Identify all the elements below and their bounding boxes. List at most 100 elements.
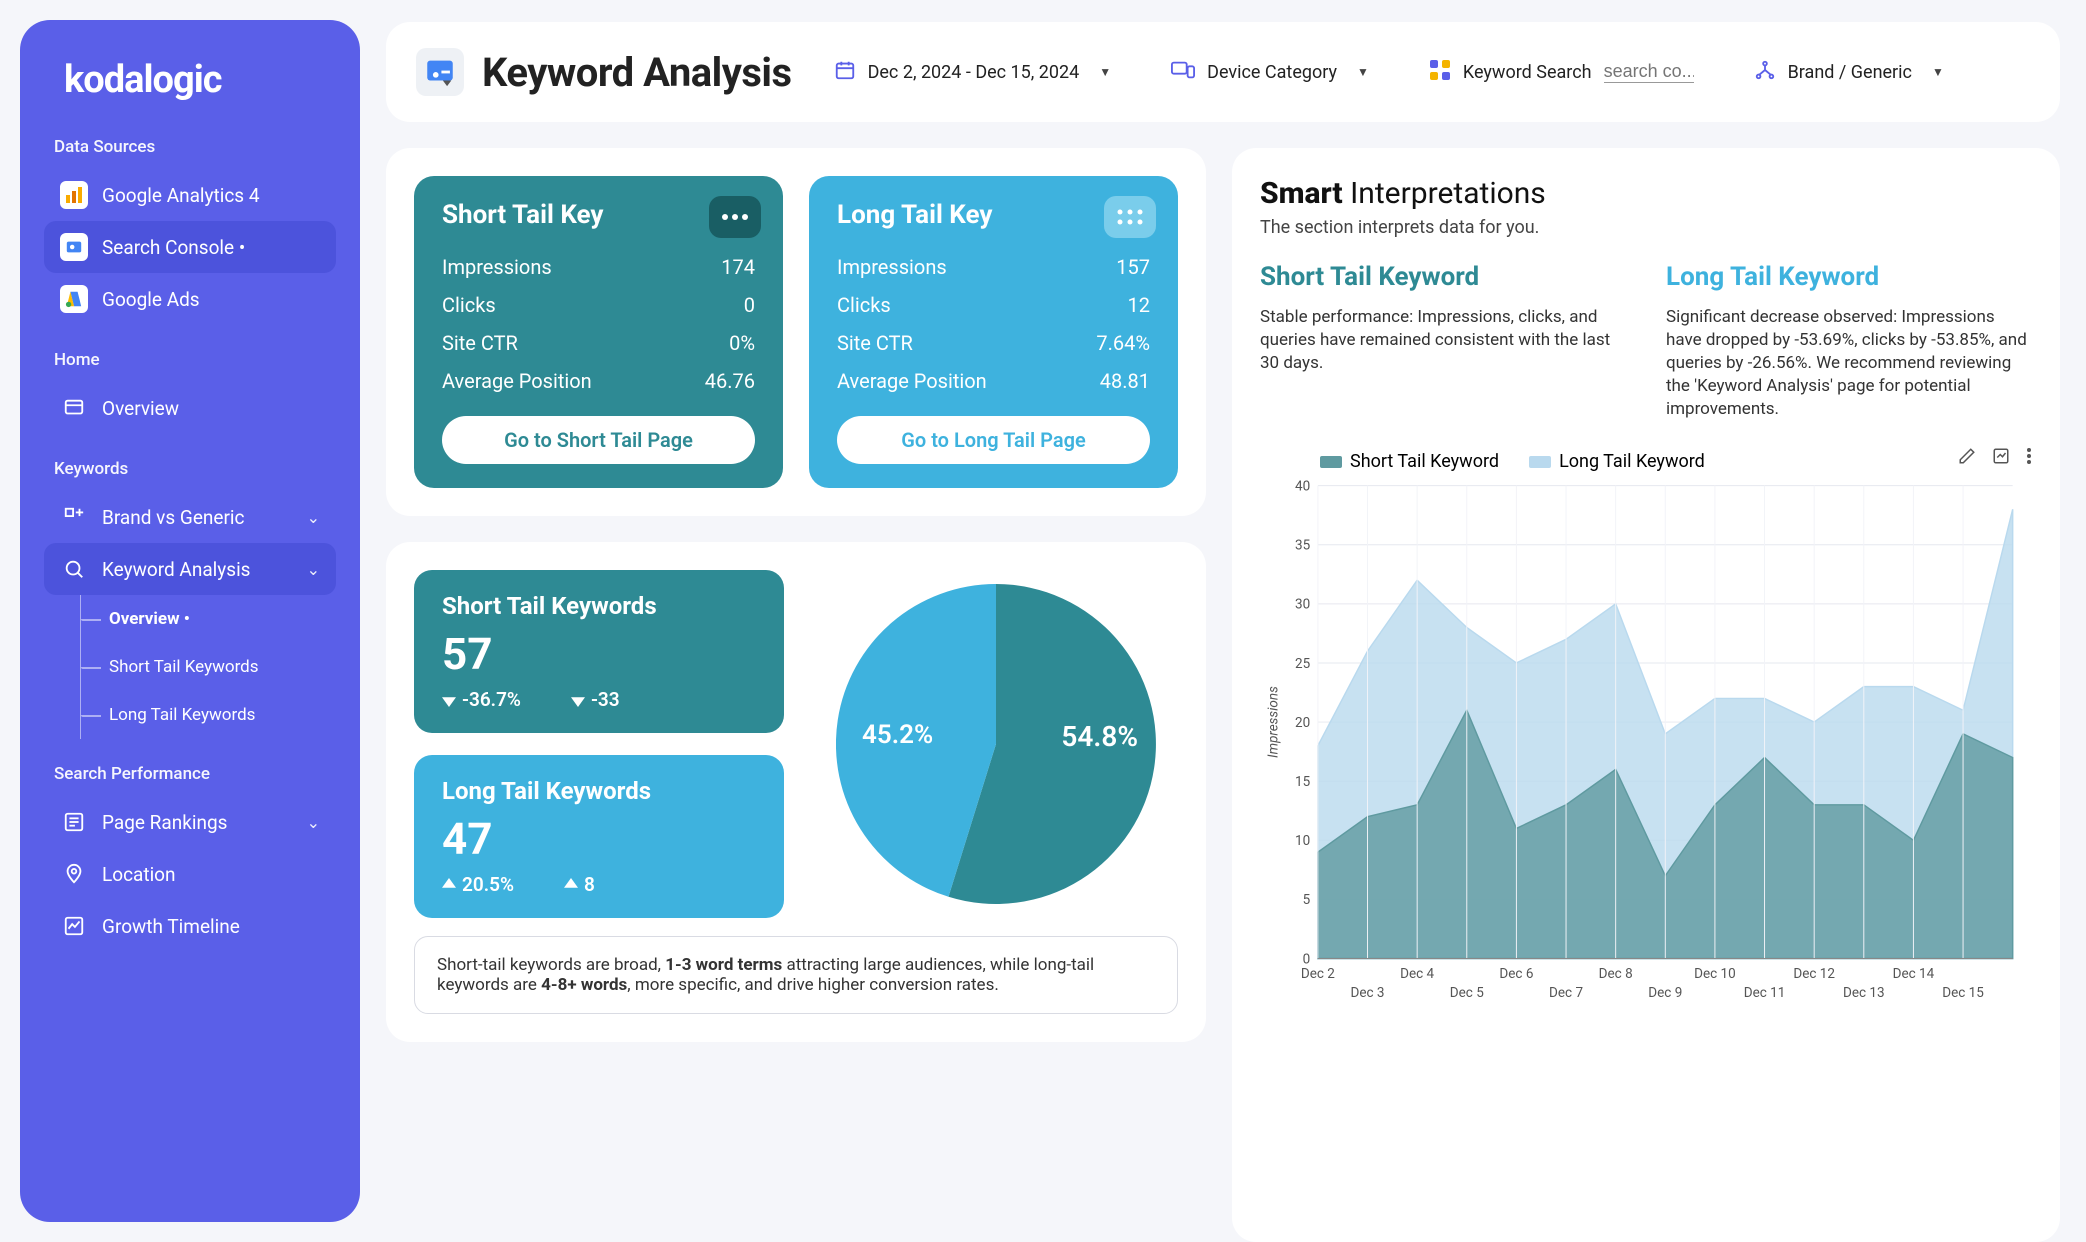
metric-value: 157 <box>1116 255 1150 279</box>
impressions-chart: 0510152025303540ImpressionsDec 2Dec 3Dec… <box>1260 476 2032 1214</box>
stat-value: 47 <box>442 813 756 865</box>
section-home: Home <box>54 350 336 370</box>
short-tail-summary-card: Short Tail Key Impressions174 Clicks0 Si… <box>414 176 783 488</box>
svg-text:Dec 7: Dec 7 <box>1549 985 1583 1001</box>
svg-text:Dec 2: Dec 2 <box>1301 965 1335 981</box>
compare-icon <box>60 503 88 531</box>
metric-value: 174 <box>721 255 755 279</box>
svg-text:35: 35 <box>1295 537 1311 553</box>
sidebar-item-label: Google Analytics 4 <box>102 184 260 207</box>
export-icon[interactable] <box>1992 447 2010 469</box>
sidebar-item-label: Search Console • <box>102 236 245 259</box>
stat-pct-change: 20.5% <box>442 873 514 896</box>
interp-heading: Long Tail Keyword <box>1666 262 2032 292</box>
section-data-sources: Data Sources <box>54 137 336 157</box>
legend-short: Short Tail Keyword <box>1350 451 1499 472</box>
svg-text:25: 25 <box>1295 655 1311 671</box>
sidebar-item-label: Keyword Analysis <box>102 558 251 581</box>
ga4-icon <box>60 181 88 209</box>
svg-text:Dec 14: Dec 14 <box>1893 965 1935 981</box>
metric-label: Clicks <box>837 293 891 317</box>
sidebar-item-location[interactable]: Location <box>44 848 336 900</box>
sidebar-item-label: Brand vs Generic <box>102 506 244 529</box>
edit-icon[interactable] <box>1958 447 1976 469</box>
section-keywords: Keywords <box>54 459 336 479</box>
sidebar-item-growth-timeline[interactable]: Growth Timeline <box>44 900 336 952</box>
stat-title: Short Tail Keywords <box>442 592 756 620</box>
topbar: Keyword Analysis Dec 2, 2024 - Dec 15, 2… <box>386 22 2060 122</box>
interp-body: Stable performance: Impressions, clicks,… <box>1260 306 1626 375</box>
metric-value: 0 <box>744 293 755 317</box>
svg-text:Dec 4: Dec 4 <box>1400 965 1434 981</box>
metric-label: Site CTR <box>442 331 518 355</box>
metric-label: Impressions <box>442 255 552 279</box>
more-icon[interactable] <box>709 196 761 238</box>
svg-text:20: 20 <box>1295 715 1310 731</box>
svg-text:15: 15 <box>1295 774 1311 790</box>
sidebar-item-label: Location <box>102 863 176 886</box>
analysis-icon <box>60 555 88 583</box>
svg-text:Dec 10: Dec 10 <box>1694 965 1736 981</box>
main: Keyword Analysis Dec 2, 2024 - Dec 15, 2… <box>360 0 2086 1242</box>
rankings-icon <box>60 808 88 836</box>
sidebar-sub-overview[interactable]: Overview • <box>81 595 336 643</box>
keyword-search-input[interactable] <box>1604 61 1694 83</box>
brand-generic-filter[interactable]: Brand / Generic ▼ <box>1736 51 1962 94</box>
pie-long-label: 45.2% <box>862 720 933 750</box>
key-cards-card: Short Tail Key Impressions174 Clicks0 Si… <box>386 148 1206 516</box>
metric-value: 48.81 <box>1100 369 1150 393</box>
keyword-share-pie: 45.2% 54.8% <box>814 570 1178 918</box>
svg-text:Dec 5: Dec 5 <box>1450 985 1484 1001</box>
kebab-icon[interactable] <box>2026 447 2032 469</box>
keyword-search-filter[interactable]: Keyword Search <box>1411 51 1712 94</box>
caret-down-icon: ▼ <box>1099 65 1111 79</box>
metric-value: 12 <box>1128 293 1150 317</box>
date-range-filter[interactable]: Dec 2, 2024 - Dec 15, 2024 ▼ <box>816 51 1130 94</box>
long-interpretation: Long Tail Keyword Significant decrease o… <box>1666 262 2032 421</box>
svg-text:Dec 15: Dec 15 <box>1942 985 1984 1001</box>
svg-text:Dec 3: Dec 3 <box>1351 985 1385 1001</box>
go-long-tail-button[interactable]: Go to Long Tail Page <box>837 416 1150 464</box>
svg-text:10: 10 <box>1295 833 1310 849</box>
smart-title: Smart Interpretations <box>1260 176 2032 211</box>
chevron-down-icon: ⌄ <box>307 813 320 832</box>
drag-icon[interactable] <box>1104 196 1156 238</box>
device-filter[interactable]: Device Category ▼ <box>1153 51 1387 94</box>
stat-pct-change: -36.7% <box>442 688 521 711</box>
legend-long: Long Tail Keyword <box>1559 451 1705 472</box>
sidebar-item-keyword-analysis[interactable]: Keyword Analysis ⌄ <box>44 543 336 595</box>
date-range-text: Dec 2, 2024 - Dec 15, 2024 <box>868 62 1080 83</box>
keyword-stats-card: Short Tail Keywords 57 -36.7% -33 Long T… <box>386 542 1206 1042</box>
growth-icon <box>60 912 88 940</box>
search-console-icon <box>60 233 88 261</box>
svg-text:40: 40 <box>1295 478 1310 494</box>
sidebar-item-brand-generic[interactable]: Brand vs Generic ⌄ <box>44 491 336 543</box>
chevron-down-icon: ⌄ <box>307 560 320 579</box>
sidebar-item-overview[interactable]: Overview <box>44 382 336 434</box>
metric-label: Site CTR <box>837 331 913 355</box>
sidebar-item-search-console[interactable]: Search Console • <box>44 221 336 273</box>
overview-icon <box>60 394 88 422</box>
sidebar-sub-long-tail[interactable]: Long Tail Keywords <box>81 691 336 739</box>
svg-text:Dec 6: Dec 6 <box>1499 965 1533 981</box>
location-icon <box>60 860 88 888</box>
metric-label: Average Position <box>442 369 592 393</box>
caret-down-icon: ▼ <box>1932 65 1944 79</box>
stat-title: Long Tail Keywords <box>442 777 756 805</box>
metric-label: Average Position <box>837 369 987 393</box>
brand-filter-label: Brand / Generic <box>1788 62 1912 83</box>
sidebar-item-ga4[interactable]: Google Analytics 4 <box>44 169 336 221</box>
branch-icon <box>1754 59 1776 86</box>
sidebar-item-page-rankings[interactable]: Page Rankings ⌄ <box>44 796 336 848</box>
device-icon <box>1171 59 1195 86</box>
svg-text:Dec 12: Dec 12 <box>1793 965 1835 981</box>
sidebar-item-google-ads[interactable]: Google Ads <box>44 273 336 325</box>
go-short-tail-button[interactable]: Go to Short Tail Page <box>442 416 755 464</box>
metric-value: 7.64% <box>1096 331 1150 355</box>
svg-text:Dec 8: Dec 8 <box>1599 965 1633 981</box>
metric-label: Impressions <box>837 255 947 279</box>
pie-short-label: 54.8% <box>1061 720 1138 753</box>
sidebar-sub-short-tail[interactable]: Short Tail Keywords <box>81 643 336 691</box>
svg-text:30: 30 <box>1295 596 1310 612</box>
stat-abs-change: 8 <box>564 873 595 896</box>
